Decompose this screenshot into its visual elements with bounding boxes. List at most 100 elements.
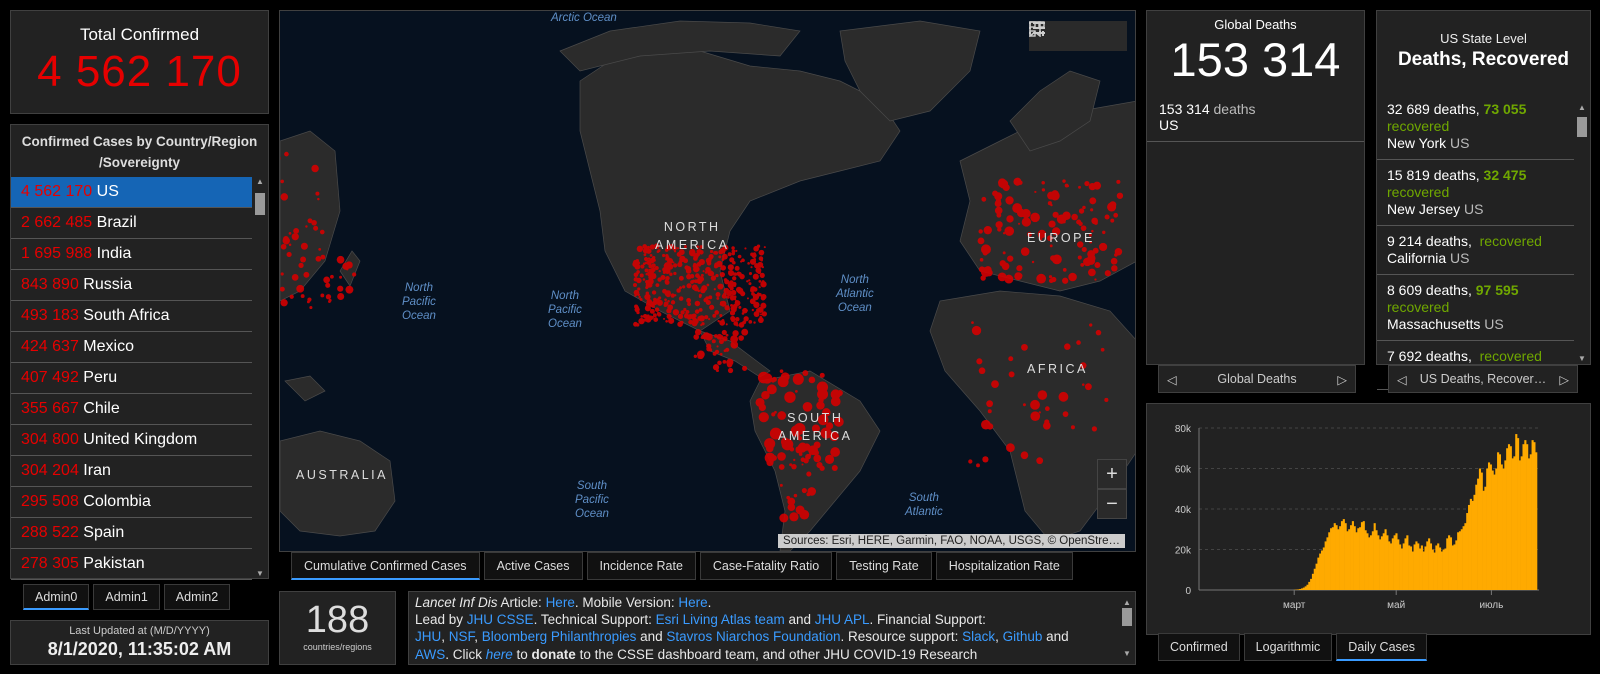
- case-dot[interactable]: [1107, 202, 1117, 212]
- case-dot[interactable]: [721, 253, 728, 260]
- case-dot[interactable]: [730, 303, 734, 307]
- chart-bar[interactable]: [1449, 537, 1452, 590]
- case-dot[interactable]: [758, 249, 765, 256]
- case-dot[interactable]: [1087, 257, 1096, 265]
- case-dot[interactable]: [693, 286, 699, 292]
- chart-bar[interactable]: [1448, 535, 1451, 590]
- case-dot[interactable]: [646, 271, 653, 277]
- case-dot[interactable]: [1041, 181, 1045, 185]
- chart-bar[interactable]: [1469, 498, 1472, 590]
- us-state-item[interactable]: 9 214 deaths, recovered California US: [1377, 226, 1574, 275]
- case-dot[interactable]: [737, 271, 742, 277]
- case-dot[interactable]: [317, 197, 320, 201]
- country-list-item[interactable]: 278 305 Pakistan: [11, 549, 252, 580]
- chart-bar[interactable]: [1507, 444, 1511, 590]
- case-dot[interactable]: [753, 301, 760, 309]
- case-dot[interactable]: [800, 457, 806, 462]
- case-dot[interactable]: [1002, 232, 1006, 235]
- case-dot[interactable]: [716, 296, 720, 300]
- chart-bar[interactable]: [1406, 535, 1409, 590]
- chevron-right-icon[interactable]: ▷: [1559, 372, 1569, 387]
- chart-bar[interactable]: [1533, 442, 1536, 590]
- chart-bar[interactable]: [1477, 478, 1480, 590]
- case-dot[interactable]: [1116, 192, 1124, 199]
- case-dot[interactable]: [1062, 179, 1066, 183]
- case-dot[interactable]: [678, 296, 684, 301]
- case-dot[interactable]: [716, 260, 723, 268]
- slack-link[interactable]: Slack: [962, 629, 995, 644]
- case-dot[interactable]: [732, 272, 736, 276]
- case-dot[interactable]: [708, 318, 711, 321]
- case-dot[interactable]: [719, 314, 723, 318]
- chart-bar[interactable]: [1371, 531, 1374, 590]
- case-dot[interactable]: [1089, 323, 1093, 327]
- chart-bar[interactable]: [1535, 452, 1538, 590]
- case-dot[interactable]: [694, 328, 702, 336]
- case-dot[interactable]: [633, 277, 637, 282]
- case-dot[interactable]: [1018, 180, 1023, 185]
- case-dot[interactable]: [831, 465, 838, 471]
- chart-bar[interactable]: [1460, 529, 1463, 590]
- chart-bar[interactable]: [1502, 468, 1505, 591]
- case-dot[interactable]: [985, 269, 993, 277]
- case-dot[interactable]: [280, 179, 284, 184]
- chart-bar[interactable]: [1340, 521, 1344, 590]
- case-dot[interactable]: [636, 277, 642, 284]
- case-dot[interactable]: [793, 458, 796, 462]
- chart-bar[interactable]: [1462, 526, 1465, 590]
- case-dot[interactable]: [836, 389, 843, 397]
- case-dot[interactable]: [744, 247, 747, 250]
- us-list-scrollbar[interactable]: ▲ ▼: [1574, 103, 1590, 363]
- case-dot[interactable]: [1113, 212, 1119, 218]
- chart-bar[interactable]: [1384, 529, 1387, 590]
- case-dot[interactable]: [727, 367, 734, 374]
- chart-bar[interactable]: [1386, 535, 1389, 590]
- chart-bar[interactable]: [1451, 545, 1454, 590]
- case-dot[interactable]: [998, 178, 1007, 187]
- chart-bar[interactable]: [1415, 541, 1418, 590]
- case-dot[interactable]: [342, 262, 350, 270]
- case-dot[interactable]: [701, 322, 705, 326]
- case-dot[interactable]: [761, 390, 770, 400]
- case-dot[interactable]: [742, 259, 745, 262]
- case-dot[interactable]: [636, 310, 640, 315]
- case-dot[interactable]: [650, 267, 656, 273]
- case-dot[interactable]: [646, 299, 653, 305]
- case-dot[interactable]: [1030, 399, 1040, 410]
- chart-bar[interactable]: [1337, 529, 1340, 590]
- chart-bar[interactable]: [1389, 543, 1393, 590]
- chart-bar[interactable]: [1489, 464, 1492, 590]
- scroll-thumb[interactable]: [1122, 608, 1132, 626]
- case-dot[interactable]: [778, 464, 785, 470]
- case-dot[interactable]: [752, 273, 759, 280]
- case-dot[interactable]: [723, 349, 727, 353]
- case-dot[interactable]: [652, 273, 656, 277]
- case-dot[interactable]: [753, 287, 758, 292]
- aws-link[interactable]: AWS: [415, 647, 445, 662]
- case-dot[interactable]: [801, 463, 804, 466]
- chart-bar[interactable]: [1491, 470, 1494, 590]
- case-dot[interactable]: [339, 275, 343, 279]
- case-dot[interactable]: [694, 300, 701, 307]
- case-dot[interactable]: [714, 349, 720, 354]
- case-dot[interactable]: [700, 273, 704, 277]
- chart-bar[interactable]: [1458, 531, 1462, 590]
- case-dot[interactable]: [755, 298, 758, 301]
- case-dot[interactable]: [792, 373, 804, 385]
- case-dot[interactable]: [723, 278, 728, 282]
- case-dot[interactable]: [760, 281, 767, 288]
- case-dot[interactable]: [684, 265, 690, 270]
- case-dot[interactable]: [323, 276, 330, 284]
- chart-bar[interactable]: [1420, 545, 1423, 590]
- case-dot[interactable]: [652, 313, 657, 318]
- case-dot[interactable]: [737, 254, 742, 259]
- case-dot[interactable]: [1089, 197, 1097, 205]
- chart-bar[interactable]: [1395, 533, 1398, 590]
- case-dot[interactable]: [320, 293, 325, 298]
- case-dot[interactable]: [678, 275, 684, 281]
- case-dot[interactable]: [313, 225, 319, 231]
- scroll-down-icon[interactable]: ▼: [1119, 645, 1135, 662]
- case-dot[interactable]: [727, 264, 734, 271]
- case-dot[interactable]: [651, 290, 657, 295]
- case-dot[interactable]: [723, 288, 729, 294]
